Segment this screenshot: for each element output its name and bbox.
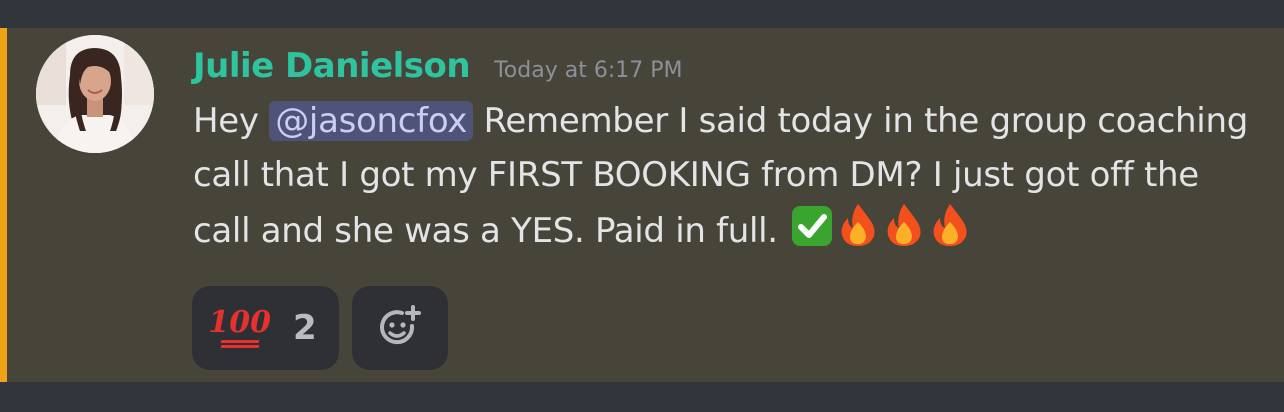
reaction-count: 2 xyxy=(292,308,317,348)
user-mention[interactable]: @jasoncfox xyxy=(269,101,474,141)
next-message-area xyxy=(0,382,1284,412)
message-timestamp[interactable]: Today at 6:17 PM xyxy=(494,58,682,83)
add-reaction-icon xyxy=(380,305,421,345)
message-text-start: Hey xyxy=(193,101,270,141)
fire-emoji xyxy=(928,202,972,264)
message-header: Julie Danielson Today at 6:17 PM xyxy=(193,46,682,86)
add-reaction-button[interactable] xyxy=(352,286,448,370)
hundred-points-glyph: 100 xyxy=(208,305,271,340)
fire-emoji xyxy=(882,202,926,264)
avatar[interactable] xyxy=(36,35,154,153)
reaction-hundred-points[interactable]: 100 2 xyxy=(192,286,339,370)
check-mark-emoji xyxy=(790,204,834,264)
fire-emoji xyxy=(836,202,880,264)
mention-highlight-bar xyxy=(0,28,7,382)
message-content: Hey @jasoncfox Remember I said today in … xyxy=(193,94,1253,264)
hundred-points-emoji: 100 xyxy=(208,308,271,348)
reactions-bar: 100 2 xyxy=(192,286,448,370)
previous-message-area xyxy=(0,0,1284,28)
message-item[interactable]: Julie Danielson Today at 6:17 PM Hey @ja… xyxy=(0,28,1284,382)
author-name[interactable]: Julie Danielson xyxy=(193,46,471,86)
avatar-photo xyxy=(36,35,154,153)
